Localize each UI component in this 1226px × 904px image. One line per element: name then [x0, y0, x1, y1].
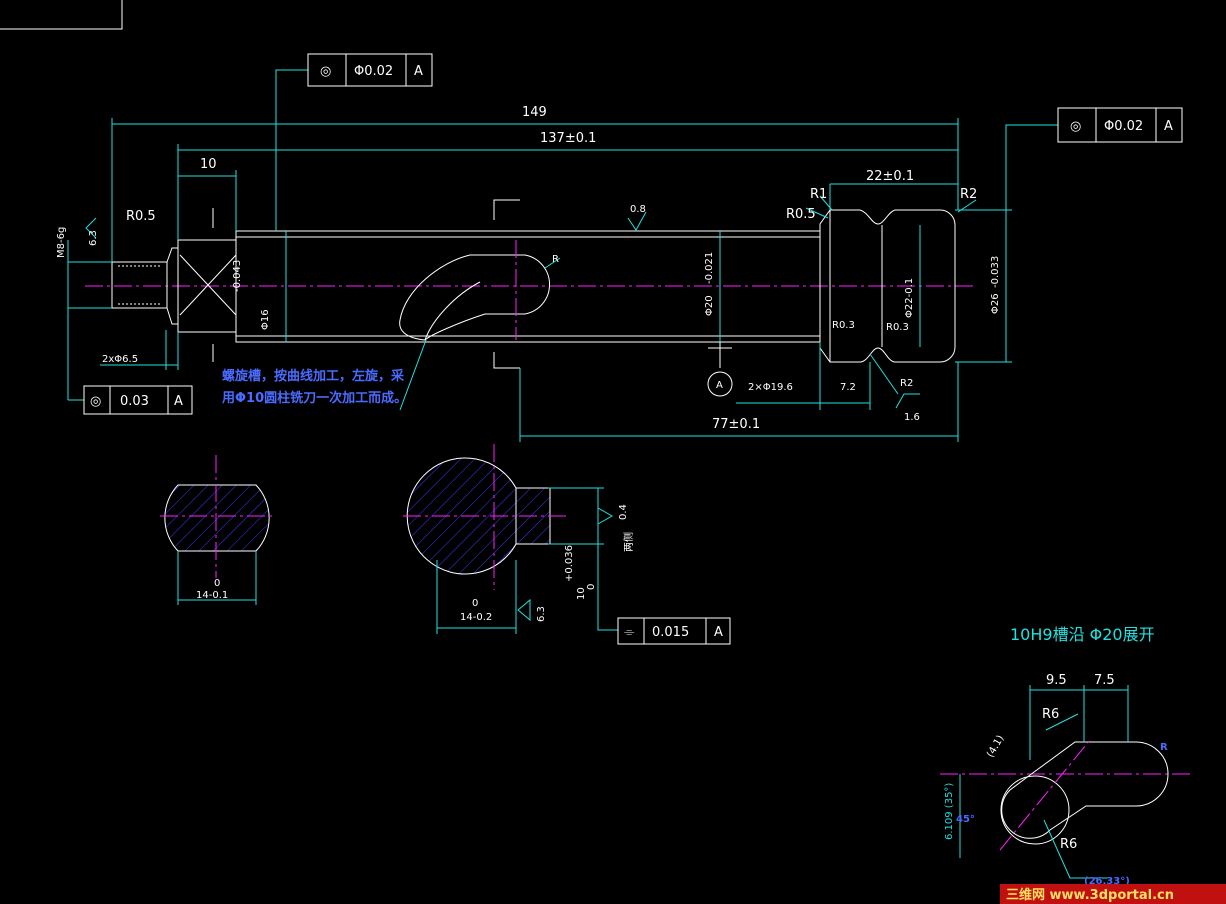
- dim-r05-right: R0.5: [786, 207, 816, 222]
- unroll-view: 10H9槽沿 Φ20展开 9.5 7.5 R6 R6 (4.1) 6.109 (…: [940, 625, 1190, 887]
- fcf-section-symbol: ⌯: [624, 625, 635, 640]
- section-mid-rough-04: 0.4: [618, 504, 629, 520]
- fcf-right-datum: A: [1164, 119, 1173, 134]
- dim-phi20-tol: -0.021: [704, 252, 715, 284]
- fcf-left: ◎ 0.03 A: [83, 385, 193, 415]
- fcf-top-datum: A: [414, 64, 423, 79]
- fcf-section-tol: 0.015: [652, 625, 689, 640]
- watermark-text: 三维网 www.3dportal.cn: [1006, 887, 1174, 903]
- fcf-section-datum: A: [714, 625, 723, 640]
- section-mid-dim-top: 0: [472, 598, 478, 609]
- dim-rough-16: 1.6: [904, 412, 920, 423]
- dim-2x196: 2×Φ19.6: [748, 382, 793, 393]
- dim-r1: R1: [810, 187, 827, 202]
- section-mid-dim: 14-0.2: [460, 612, 492, 623]
- unroll-title: 10H9槽沿 Φ20展开: [1010, 625, 1155, 644]
- dim-77: 77±0.1: [712, 417, 760, 432]
- dim-r03-left: R0.3: [832, 320, 855, 331]
- fcf-top-symbol: ◎: [320, 64, 331, 79]
- section-left-dim-top: 0: [214, 578, 220, 589]
- unroll-r6-top: R6: [1042, 707, 1059, 722]
- fcf-left-tol: 0.03: [120, 394, 149, 409]
- dim-groove-r: R: [552, 254, 559, 265]
- unroll-r6-bottom: R6: [1060, 837, 1077, 852]
- note-line-2: 用Φ10圆柱铣刀一次加工而成。: [221, 390, 407, 406]
- dim-m8: M8-6g: [56, 227, 67, 258]
- dimension-texts: 149 137±0.1 10 22±0.1 R1 R2 R0.5 R0.5 R0…: [56, 105, 1001, 432]
- dim-phi26-tol: -0.033: [990, 256, 1001, 288]
- datum-a-label: A: [716, 380, 723, 391]
- dim-r03-right: R0.3: [886, 322, 909, 333]
- unroll-r: R: [1160, 742, 1168, 753]
- shaft-main-view: [85, 199, 975, 369]
- dim-22: 22±0.1: [866, 169, 914, 184]
- dim-r2-bottom: R2: [900, 378, 913, 389]
- section-left: 0 14-0.1: [160, 455, 276, 605]
- unroll-45: 45°: [956, 814, 975, 825]
- dim-phi16-tol: -0.043: [232, 260, 243, 292]
- dim-72: 7.2: [840, 382, 856, 393]
- unroll-circle: [1000, 775, 1070, 845]
- fcf-top-tol: Φ0.02: [354, 64, 393, 79]
- fcf-right-symbol: ◎: [1070, 119, 1081, 134]
- fcf-right: ◎ Φ0.02 A: [1057, 107, 1183, 143]
- title-frame-corner: [0, 0, 123, 30]
- fcf-left-symbol: ◎: [90, 394, 101, 409]
- unroll-d41: (4.1): [985, 733, 1006, 759]
- section-left-dim: 14-0.1: [196, 590, 228, 601]
- note-line-1: 螺旋槽，按曲线加工，左旋，采: [222, 368, 405, 384]
- section-mid-rough-63: 6.3: [536, 606, 547, 622]
- unroll-d6109: 6.109 (35°): [944, 783, 955, 840]
- dim-10: 10: [200, 157, 217, 172]
- unroll-d75: 7.5: [1094, 673, 1115, 688]
- fcf-right-tol: Φ0.02: [1104, 119, 1143, 134]
- dim-r2-top: R2: [960, 187, 977, 202]
- fcf-section: ⌯ 0.015 A: [617, 617, 731, 645]
- cad-drawing-canvas: ◎ Φ0.02 A ◎ Φ0.02 A ◎ 0.03 A ⌯ 0.015 A 1…: [0, 0, 1226, 904]
- unroll-slot-shape: [1001, 741, 1169, 839]
- dim-phi16: Φ16: [260, 309, 271, 330]
- dim-137: 137±0.1: [540, 131, 596, 146]
- section-mid-note: 两侧: [622, 532, 635, 552]
- section-mid-slot-tol: +0.036: [564, 545, 575, 582]
- unroll-d95: 9.5: [1046, 673, 1067, 688]
- dim-r05-left: R0.5: [126, 209, 156, 224]
- thread-end: [111, 261, 168, 309]
- watermark: 三维网 www.3dportal.cn: [1000, 884, 1226, 904]
- dim-rough-63: 6.3: [88, 230, 99, 246]
- fcf-left-datum: A: [174, 394, 183, 409]
- helical-groove: [399, 254, 550, 341]
- dim-149: 149: [522, 105, 547, 120]
- dim-phi26: Φ26: [990, 293, 1001, 314]
- section-mid-slot-tol2: 0: [586, 584, 597, 590]
- dim-phi20: Φ20: [704, 295, 715, 316]
- dim-rough-08: 0.8: [630, 204, 646, 215]
- dim-phi22: Φ22-0.1: [904, 278, 915, 318]
- fcf-top: ◎ Φ0.02 A: [307, 53, 433, 87]
- section-middle: 0 14-0.2 10 +0.036 0 0.4 6.3 两侧: [403, 444, 635, 634]
- dim-2x65: 2xΦ6.5: [102, 354, 138, 365]
